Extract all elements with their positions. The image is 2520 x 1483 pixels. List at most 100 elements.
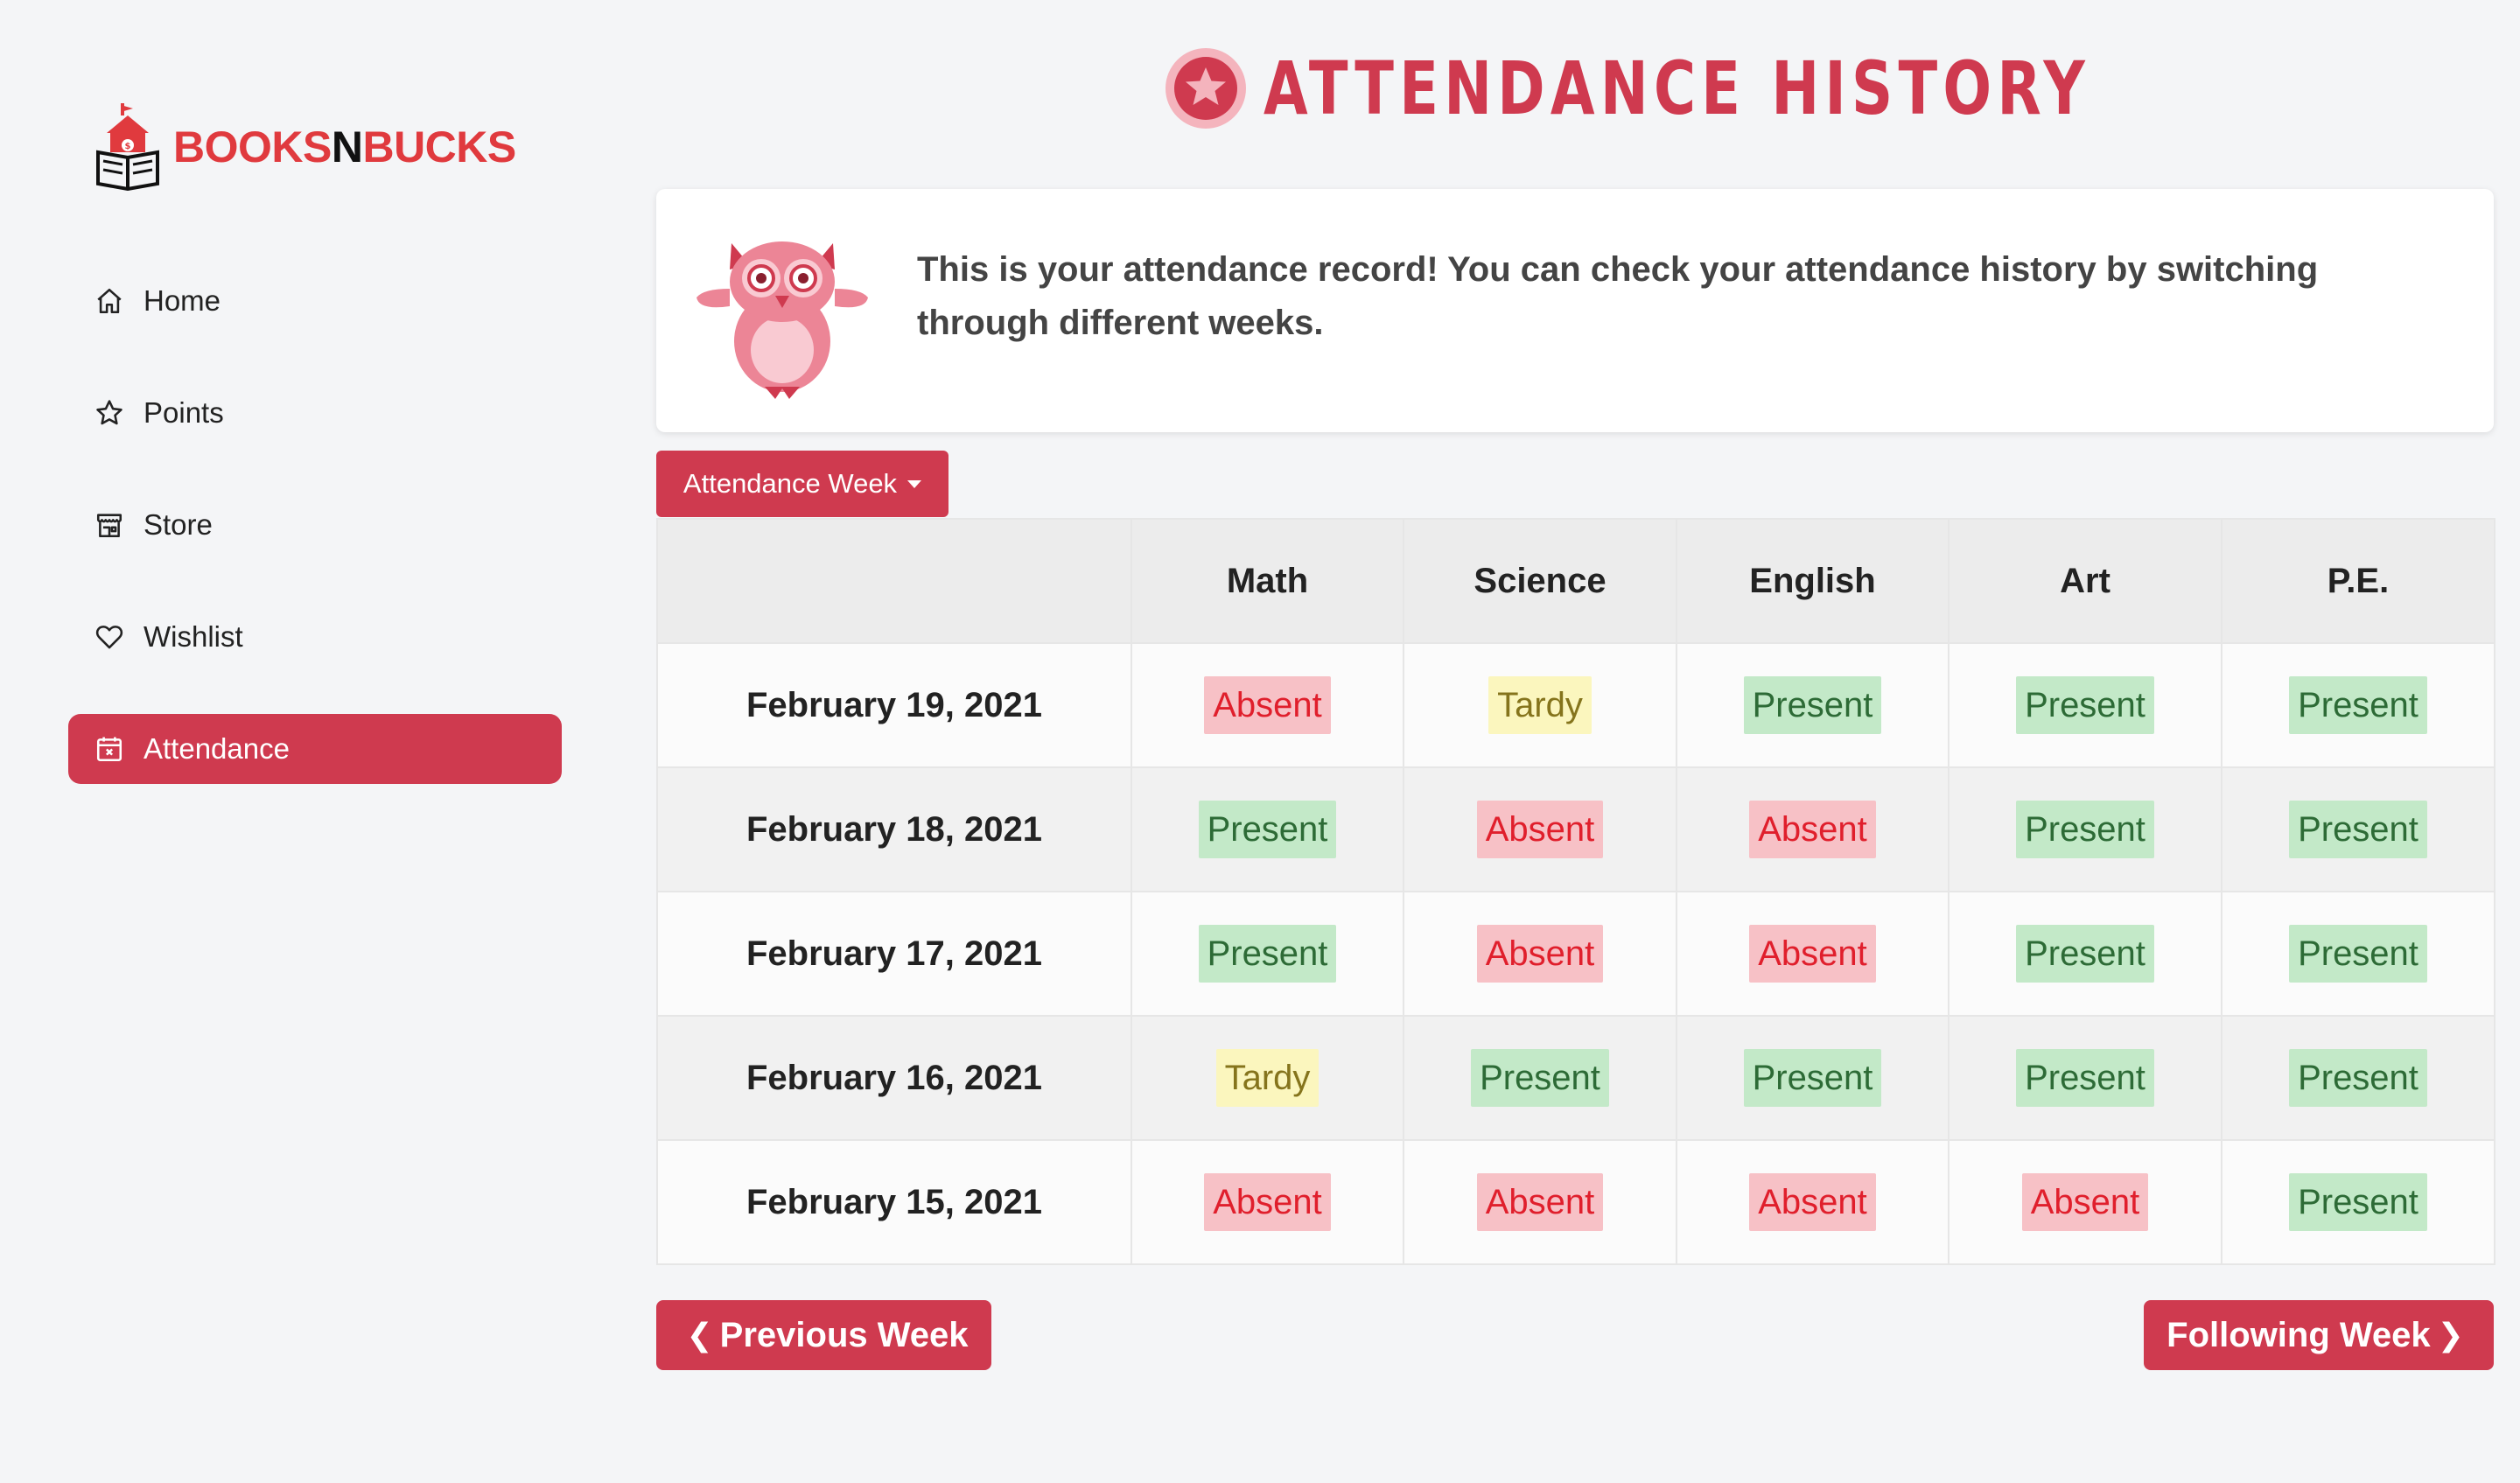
star-badge-icon: [1166, 48, 1246, 129]
previous-week-button[interactable]: ❮ Previous Week: [656, 1300, 991, 1370]
status-cell: Present: [1130, 766, 1404, 892]
status-cell: Tardy: [1130, 1015, 1404, 1141]
status-cell: Absent: [1676, 1139, 1950, 1265]
attendance-table: Math Science English Art P.E. February 1…: [656, 518, 2496, 1265]
status-cell: Absent: [1403, 891, 1677, 1017]
status-cell: Present: [2221, 1015, 2496, 1141]
status-badge: Present: [2016, 801, 2154, 858]
status-cell: Present: [2221, 766, 2496, 892]
status-badge: Absent: [1204, 676, 1331, 734]
following-week-label: Following Week: [2166, 1315, 2431, 1354]
date-cell: February 18, 2021: [656, 766, 1132, 892]
status-cell: Present: [2221, 642, 2496, 768]
status-badge: Present: [2016, 925, 2154, 983]
status-badge: Present: [2289, 676, 2427, 734]
sidebar-item-home[interactable]: Home: [68, 266, 562, 336]
store-icon: [96, 514, 122, 538]
status-cell: Absent: [1676, 891, 1950, 1017]
status-badge: Present: [1471, 1049, 1609, 1107]
sidebar-item-label: Home: [144, 284, 221, 317]
status-cell: Absent: [1403, 766, 1677, 892]
sidebar-item-attendance[interactable]: Attendance: [68, 714, 562, 784]
column-header-art: Art: [1948, 518, 2222, 644]
column-header-pe: P.E.: [2221, 518, 2496, 644]
attendance-week-dropdown[interactable]: Attendance Week: [656, 451, 948, 517]
page-header: ATTENDANCE HISTORY: [1164, 45, 2324, 131]
date-cell: February 17, 2021: [656, 891, 1132, 1017]
status-badge: Absent: [2021, 1173, 2149, 1231]
status-cell: Absent: [1948, 1139, 2222, 1265]
table-row: February 18, 2021 Present Absent Absent …: [656, 766, 2496, 892]
caret-down-icon: [907, 479, 922, 488]
star-icon: [96, 400, 122, 425]
sidebar-item-label: Points: [144, 396, 224, 429]
status-cell: Present: [2221, 891, 2496, 1017]
status-badge: Present: [2289, 1173, 2427, 1231]
table-row: February 15, 2021 Absent Absent Absent A…: [656, 1139, 2496, 1265]
info-card: This is your attendance record! You can …: [656, 189, 2494, 432]
status-badge: Absent: [1476, 925, 1604, 983]
status-badge: Tardy: [1488, 676, 1592, 734]
table-header: Math Science English Art P.E.: [656, 518, 2496, 644]
status-badge: Present: [2016, 676, 2154, 734]
brand-logo[interactable]: $ BOOKSNBUCKS: [94, 103, 516, 191]
chevron-right-icon: ❯: [2437, 1317, 2464, 1353]
sidebar-item-label: Store: [144, 508, 213, 541]
status-cell: Present: [1948, 1015, 2222, 1141]
status-cell: Tardy: [1403, 642, 1677, 768]
sidebar-item-wishlist[interactable]: Wishlist: [68, 602, 562, 672]
status-cell: Absent: [1676, 766, 1950, 892]
status-cell: Present: [1676, 642, 1950, 768]
status-cell: Present: [1403, 1015, 1677, 1141]
home-icon: [97, 288, 122, 314]
previous-week-label: Previous Week: [719, 1315, 969, 1354]
table-row: February 16, 2021 Tardy Present Present …: [656, 1015, 2496, 1141]
table-body: February 19, 2021 Absent Tardy Present P…: [656, 642, 2496, 1265]
sidebar-item-points[interactable]: Points: [68, 378, 562, 448]
column-header-math: Math: [1130, 518, 1404, 644]
status-badge: Present: [1743, 1049, 1882, 1107]
status-cell: Present: [1676, 1015, 1950, 1141]
status-badge: Absent: [1204, 1173, 1331, 1231]
info-text: This is your attendance record! You can …: [917, 250, 2319, 342]
status-cell: Present: [2221, 1139, 2496, 1265]
status-badge: Present: [2289, 1049, 2427, 1107]
status-cell: Present: [1948, 642, 2222, 768]
status-cell: Present: [1948, 766, 2222, 892]
dropdown-label: Attendance Week: [682, 468, 898, 499]
table-header-row: Math Science English Art P.E.: [656, 518, 2496, 644]
status-badge: Present: [2289, 801, 2427, 858]
brand-name-part3: BUCKS: [362, 122, 516, 171]
sidebar-item-store[interactable]: Store: [68, 490, 562, 560]
status-cell: Absent: [1130, 1139, 1404, 1265]
status-cell: Present: [1130, 891, 1404, 1017]
status-badge: Absent: [1476, 801, 1604, 858]
brand-name: BOOKSNBUCKS: [173, 122, 516, 172]
sidebar-item-label: Wishlist: [144, 620, 243, 653]
owl-mascot-icon: [696, 241, 868, 399]
following-week-button[interactable]: Following Week ❯: [2144, 1300, 2494, 1370]
schoolhouse-book-icon: $: [96, 103, 159, 191]
status-badge: Present: [1198, 925, 1337, 983]
sidebar-item-label: Attendance: [144, 732, 290, 765]
column-header-english: English: [1676, 518, 1950, 644]
status-badge: Present: [1743, 676, 1882, 734]
status-badge: Present: [1198, 801, 1337, 858]
date-cell: February 16, 2021: [656, 1015, 1132, 1141]
status-cell: Present: [1948, 891, 2222, 1017]
column-header-science: Science: [1403, 518, 1677, 644]
page-title: ATTENDANCE HISTORY: [1264, 45, 2091, 131]
svg-text:$: $: [125, 142, 131, 151]
status-cell: Absent: [1403, 1139, 1677, 1265]
table-row: February 17, 2021 Present Absent Absent …: [656, 891, 2496, 1017]
status-badge: Present: [2289, 925, 2427, 983]
date-cell: February 15, 2021: [656, 1139, 1132, 1265]
table-row: February 19, 2021 Absent Tardy Present P…: [656, 642, 2496, 768]
chevron-left-icon: ❮: [686, 1317, 713, 1353]
brand-name-part2: N: [331, 122, 363, 171]
status-badge: Absent: [1749, 925, 1876, 983]
status-badge: Present: [2016, 1049, 2154, 1107]
status-badge: Absent: [1749, 1173, 1876, 1231]
status-badge: Tardy: [1215, 1049, 1320, 1107]
column-header-date: [656, 518, 1132, 644]
